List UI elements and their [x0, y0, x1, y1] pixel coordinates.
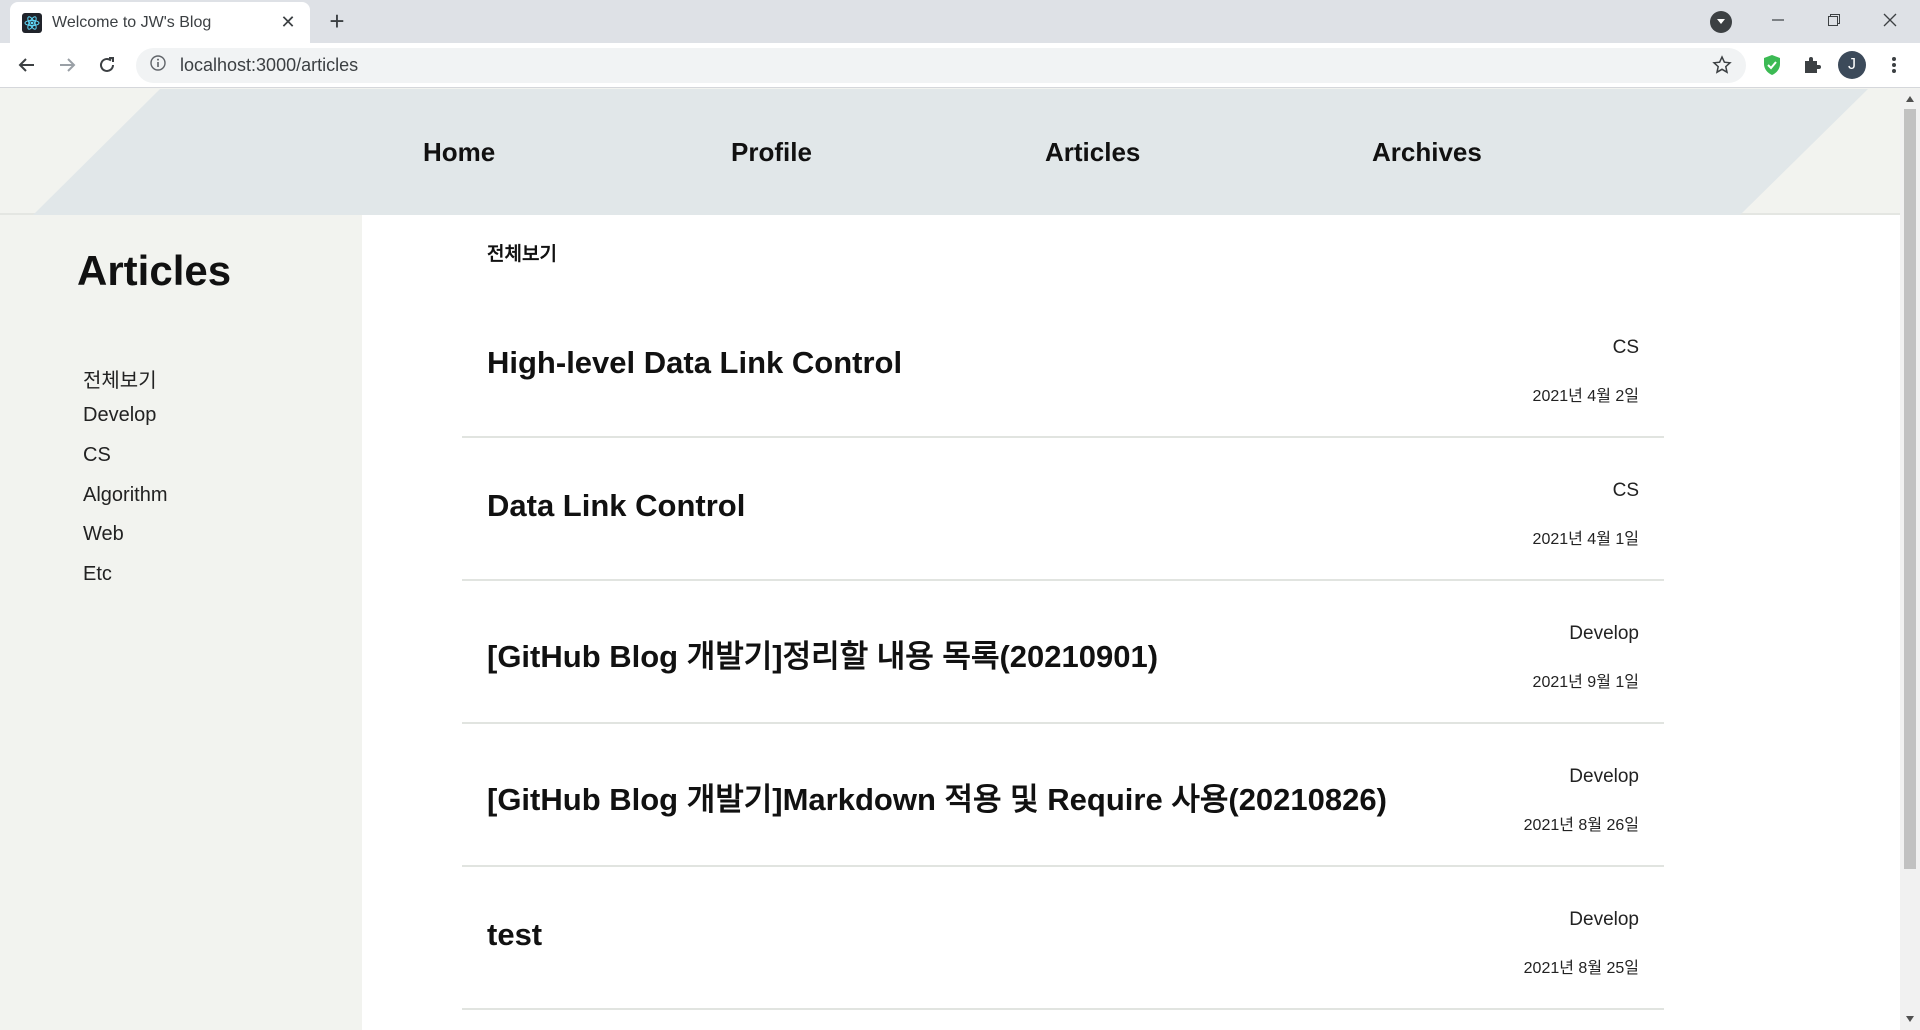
article-item[interactable]: High-level Data Link Control CS 2021년 4월… [462, 295, 1664, 438]
extensions-puzzle-icon[interactable] [1798, 51, 1826, 79]
article-item[interactable]: Data Link Control CS 2021년 4월 1일 [462, 438, 1664, 581]
site-info-icon[interactable] [150, 55, 166, 76]
sidebar-item-algorithm[interactable]: Algorithm [83, 484, 167, 507]
back-arrow-icon[interactable] [12, 50, 42, 80]
article-category: Develop [1569, 623, 1639, 644]
minimize-icon[interactable] [1750, 0, 1806, 40]
react-favicon-icon [22, 12, 42, 33]
article-date: 2021년 9월 1일 [1532, 674, 1639, 691]
sidebar-item-web[interactable]: Web [83, 523, 124, 546]
bookmark-star-icon[interactable] [1708, 51, 1736, 79]
sidebar-title: Articles [77, 247, 232, 294]
scroll-up-arrow-icon[interactable] [1900, 91, 1920, 107]
browser-toolbar: localhost:3000/articles J [0, 43, 1920, 88]
restore-icon[interactable] [1806, 0, 1862, 40]
article-date: 2021년 4월 2일 [1532, 388, 1639, 405]
article-category: CS [1612, 337, 1639, 358]
article-category: Develop [1569, 766, 1639, 787]
article-item[interactable]: [GitHub Blog 개발기]정리할 내용 목록(20210901) Dev… [462, 581, 1664, 724]
browser-titlebar: Welcome to JW's Blog ✕ + [0, 0, 1920, 43]
page-scrollbar[interactable] [1900, 89, 1920, 1030]
sidebar-item-all[interactable]: 전체보기 [83, 364, 157, 393]
article-item[interactable]: [GitHub Blog 개발기]Markdown 적용 및 Require 사… [462, 724, 1664, 867]
category-sidebar [0, 215, 362, 1030]
nav-archives-link[interactable]: Archives [1372, 137, 1482, 168]
article-category: Develop [1569, 909, 1639, 930]
site-header: Home Profile Articles Archives [0, 89, 1900, 215]
article-category: CS [1612, 480, 1639, 501]
article-item[interactable]: test Develop 2021년 8월 25일 [462, 867, 1664, 1010]
nav-home-link[interactable]: Home [423, 137, 495, 168]
reload-icon[interactable] [92, 50, 122, 80]
nav-profile-link[interactable]: Profile [731, 137, 812, 168]
nav-articles-link[interactable]: Articles [1045, 137, 1140, 168]
forward-arrow-icon[interactable] [52, 50, 82, 80]
article-date: 2021년 8월 25일 [1523, 960, 1639, 977]
profile-avatar-initial: J [1838, 51, 1866, 79]
tab-close-icon[interactable]: ✕ [278, 12, 298, 33]
new-tab-button[interactable]: + [322, 7, 352, 37]
article-list-panel: 전체보기 High-level Data Link Control CS 202… [362, 215, 1900, 1030]
article-title[interactable]: [GitHub Blog 개발기]정리할 내용 목록(20210901) [487, 631, 1158, 676]
article-title[interactable]: Data Link Control [487, 488, 745, 524]
article-title[interactable]: [GitHub Blog 개발기]Markdown 적용 및 Require 사… [487, 774, 1387, 819]
article-date: 2021년 4월 1일 [1532, 531, 1639, 548]
main-nav: Home Profile Articles Archives [0, 89, 1900, 215]
scroll-down-arrow-icon[interactable] [1900, 1011, 1920, 1027]
tab-search-icon[interactable] [1710, 11, 1732, 33]
sidebar-item-cs[interactable]: CS [83, 444, 111, 467]
current-filter-label: 전체보기 [487, 244, 557, 265]
url-text: localhost:3000/articles [180, 55, 359, 75]
tab-title: Welcome to JW's Blog [52, 13, 212, 31]
article-title[interactable]: High-level Data Link Control [487, 345, 902, 381]
browser-tab[interactable]: Welcome to JW's Blog ✕ [10, 2, 310, 43]
address-bar[interactable]: localhost:3000/articles [136, 48, 1746, 83]
browser-menu-icon[interactable] [1880, 51, 1908, 79]
close-window-icon[interactable] [1862, 0, 1918, 40]
scrollbar-thumb[interactable] [1904, 109, 1916, 869]
profile-avatar[interactable]: J [1838, 51, 1866, 79]
sidebar-item-develop[interactable]: Develop [83, 404, 156, 427]
page-viewport: Home Profile Articles Archives Articles … [0, 89, 1900, 1030]
shield-extension-icon[interactable] [1758, 51, 1786, 79]
sidebar-item-etc[interactable]: Etc [83, 563, 112, 586]
article-date: 2021년 8월 26일 [1523, 817, 1639, 834]
article-title[interactable]: test [487, 917, 542, 953]
